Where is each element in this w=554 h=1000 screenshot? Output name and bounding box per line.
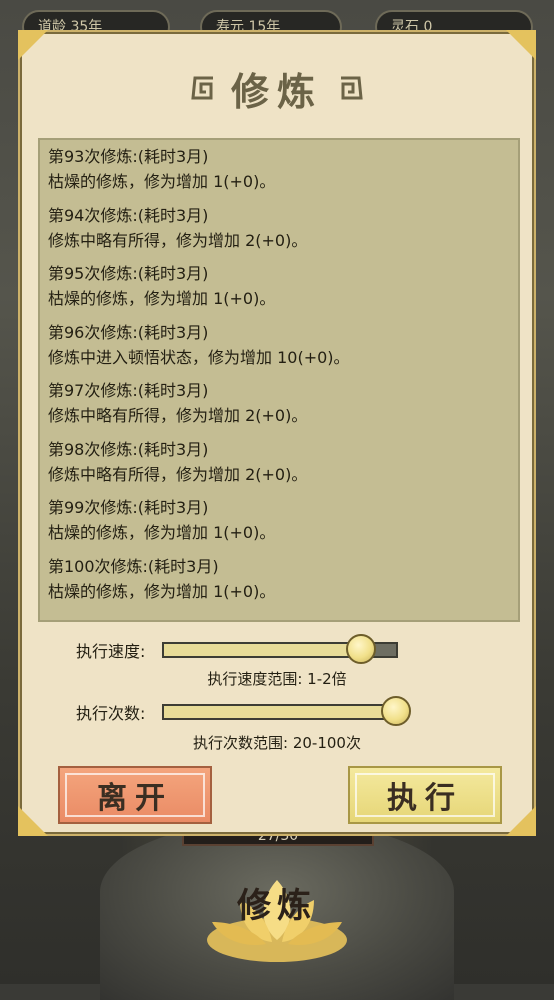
log-entry-result: 枯燥的修炼，修为增加 1(+0)。	[48, 172, 276, 191]
log-entry: 第95次修炼:(耗时3月) 枯燥的修炼，修为增加 1(+0)。	[48, 261, 510, 320]
corner-ornament	[506, 30, 536, 60]
corner-ornament	[18, 806, 48, 836]
log-entry-result: 枯燥的修炼，修为增加 1(+0)。	[48, 581, 276, 601]
log-entry: 第99次修炼:(耗时3月) 枯燥的修炼，修为增加 1(+0)。	[48, 495, 510, 554]
log-entry-header: 第97次修炼:(耗时3月)	[48, 381, 209, 400]
count-slider-knob[interactable]	[381, 696, 411, 726]
log-entry: 第97次修炼:(耗时3月) 修炼中略有所得，修为增加 2(+0)。	[48, 378, 510, 437]
speed-range-text: 执行速度范围: 1-2倍	[207, 670, 347, 688]
execute-button[interactable]: 执行	[348, 766, 502, 824]
log-entry-header: 第95次修炼:(耗时3月)	[48, 264, 209, 283]
speed-label: 执行速度:	[76, 642, 146, 661]
log-entry-header: 第96次修炼:(耗时3月)	[48, 322, 209, 342]
speed-slider-knob[interactable]	[346, 634, 377, 664]
log-entry-result: 修炼中略有所得，修为增加 2(+0)。	[48, 406, 308, 425]
speed-slider-fill	[164, 644, 362, 656]
count-label: 执行次数:	[76, 704, 146, 723]
cultivation-log[interactable]: 第93次修炼:(耗时3月) 枯燥的修炼，修为增加 1(+0)。 第94次修炼:(…	[38, 138, 520, 622]
leave-button[interactable]: 离开	[58, 766, 212, 824]
dialog-title-row: 修炼	[20, 62, 534, 114]
log-entry-header: 第99次修炼:(耗时3月)	[48, 498, 209, 517]
log-entry-result: 修炼中进入顿悟状态，修为增加 10(+0)。	[48, 347, 350, 367]
dialog-title: 修炼	[230, 68, 323, 114]
log-entry-header: 第98次修炼:(耗时3月)	[48, 439, 209, 459]
log-entry-header: 第93次修炼:(耗时3月)	[48, 147, 209, 166]
log-entry: 第94次修炼:(耗时3月) 修炼中略有所得，修为增加 2(+0)。	[48, 203, 510, 262]
speed-slider[interactable]	[162, 634, 398, 664]
corner-ornament	[506, 806, 536, 836]
log-entry: 第96次修炼:(耗时3月) 修炼中进入顿悟状态，修为增加 10(+0)。	[48, 320, 510, 379]
log-entry-result: 修炼中略有所得，修为增加 2(+0)。	[48, 230, 308, 250]
lotus-label: 修炼	[237, 886, 317, 926]
log-entry-result: 枯燥的修炼，修为增加 1(+0)。	[48, 289, 276, 308]
log-entry-result: 修炼中略有所得，修为增加 2(+0)。	[48, 464, 308, 484]
spiral-right-icon	[341, 76, 363, 100]
log-entry: 第98次修炼:(耗时3月) 修炼中略有所得，修为增加 2(+0)。	[48, 437, 510, 496]
log-entry-header: 第100次修炼:(耗时3月)	[48, 556, 219, 576]
count-slider-fill	[164, 706, 396, 718]
log-entry: 第93次修炼:(耗时3月) 枯燥的修炼，修为增加 1(+0)。	[48, 144, 510, 203]
corner-ornament	[18, 30, 48, 60]
log-entry-header: 第94次修炼:(耗时3月)	[48, 205, 209, 225]
count-range-text: 执行次数范围: 20-100次	[193, 734, 361, 752]
log-entry: 第100次修炼:(耗时3月) 枯燥的修炼，修为增加 1(+0)。	[48, 554, 510, 613]
count-slider[interactable]	[162, 696, 411, 726]
cultivation-dialog: 修炼 第93次修炼:(耗时3月) 枯燥的修炼，修为增加 1(+0)。 第94次修…	[18, 30, 536, 836]
log-entry-result: 枯燥的修炼，修为增加 1(+0)。	[48, 523, 276, 542]
spiral-left-icon	[191, 76, 213, 100]
